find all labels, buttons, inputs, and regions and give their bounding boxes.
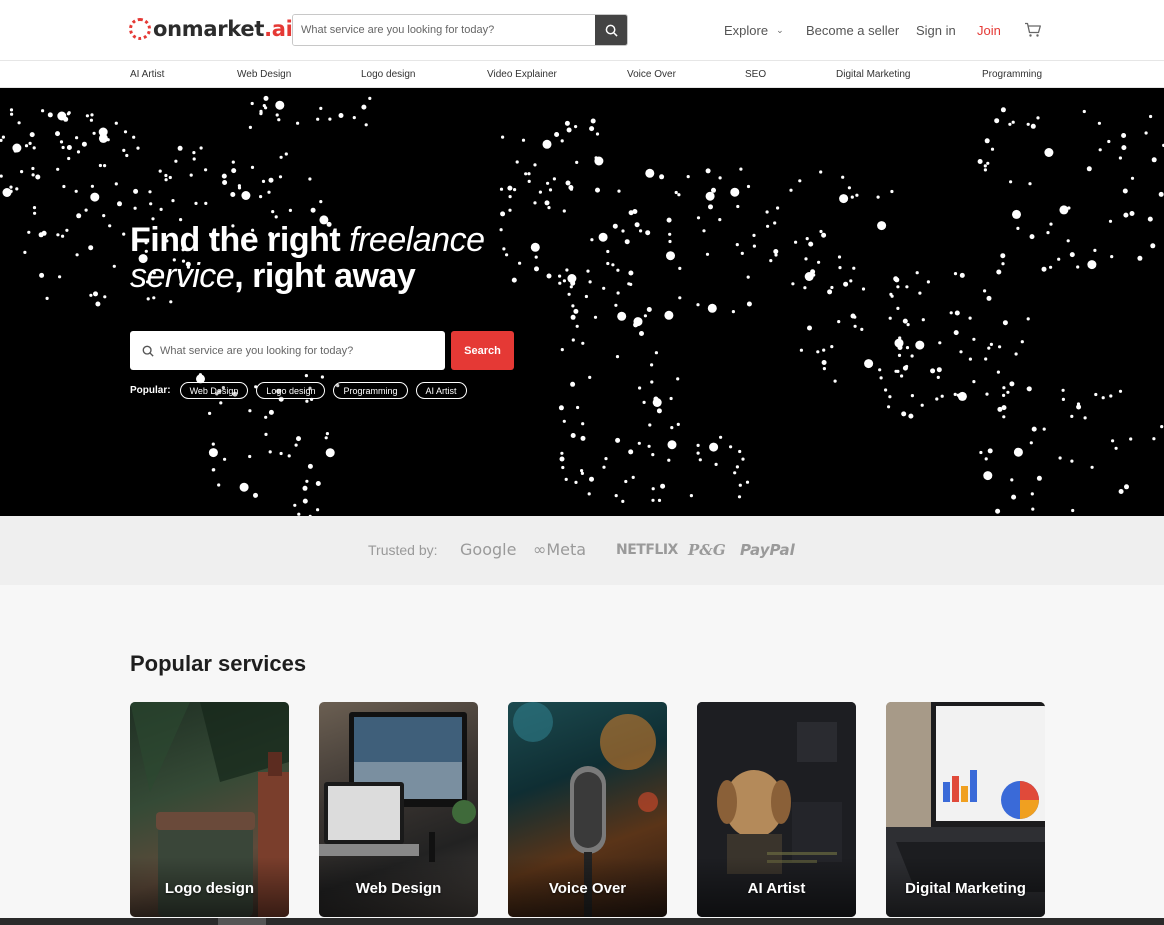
hero-search-button[interactable]: Search [451,331,514,370]
hero-title-italic1: freelance [349,221,485,259]
cart-button[interactable] [1024,0,1042,60]
logo-mark-icon [129,18,151,40]
brand-google-logo: Google [460,540,517,559]
service-card-label: Logo design [164,880,255,897]
category-bar: AI Artist Web Design Logo design Video E… [0,60,1164,88]
hero-title-italic2: service [130,257,235,295]
popular-tag-ai-artist[interactable]: AI Artist [415,382,467,399]
hero-section: Find the right freelance service, right … [0,88,1164,516]
category-seo[interactable]: SEO [745,61,766,88]
category-ai-artist[interactable]: AI Artist [130,61,164,88]
logo-name: onmarket [153,17,265,41]
chevron-down-icon: ⌄ [776,24,784,35]
nav-explore[interactable]: Explore ⌄ [724,0,784,60]
meta-infinity-icon: ∞ [533,540,547,559]
hero-title-part1: Find the right [130,221,350,259]
nav-join[interactable]: Join [977,0,1001,60]
service-card-voice-over[interactable]: Voice Over [508,702,667,917]
site-header: onmarket.ai Explore ⌄ Become a seller Si… [0,0,1164,60]
logo-suffix: .ai [264,17,293,41]
brand-netflix-logo: NETFLIX [616,542,678,558]
nav-explore-label: Explore [724,22,769,38]
scrollbar-thumb[interactable] [218,918,266,925]
search-icon [605,24,618,37]
service-card-label: Voice Over [548,880,627,897]
category-digital-marketing[interactable]: Digital Marketing [836,61,910,88]
service-card-web-design[interactable]: Web Design [319,702,478,917]
hero-search-input[interactable] [160,344,445,357]
header-search-button[interactable] [595,15,627,45]
hero-search [130,331,445,370]
trusted-label: Trusted by: [368,542,438,558]
service-card-logo-design[interactable]: Logo design [130,702,289,917]
popular-tag-programming[interactable]: Programming [333,382,408,399]
logo[interactable]: onmarket.ai [129,14,293,44]
popular-tag-web-design[interactable]: Web Design [179,382,249,399]
trusted-by-strip: Trusted by: Google ∞Meta NETFLIX P&G Pay… [0,516,1164,585]
category-logo-design[interactable]: Logo design [361,61,416,88]
popular-tag-logo-design[interactable]: Logo design [256,382,326,399]
service-card-label: Digital Marketing [905,880,1026,897]
category-video-explainer[interactable]: Video Explainer [487,61,557,88]
brand-paypal-logo: PayPal [740,541,795,559]
service-card-ai-artist[interactable]: AI Artist [697,702,856,917]
category-web-design[interactable]: Web Design [237,61,291,88]
hero-title-part2: , right away [234,257,416,295]
service-card-label: Web Design [355,880,442,897]
service-card-label: AI Artist [747,880,806,897]
search-icon [142,345,154,357]
category-programming[interactable]: Programming [982,61,1042,88]
category-voice-over[interactable]: Voice Over [627,61,676,88]
brand-pg-logo: P&G [688,541,726,559]
popular-label: Popular: [130,385,171,396]
world-map-dots [0,95,1164,516]
nav-become-seller[interactable]: Become a seller [806,0,899,60]
header-search [292,14,628,46]
brand-meta-label: Meta [546,540,587,559]
brand-meta-logo: ∞Meta [533,540,586,559]
nav-sign-in[interactable]: Sign in [916,0,956,60]
header-search-input[interactable] [293,15,595,45]
cart-icon [1025,22,1041,37]
popular-tags: Popular: Web Design Logo design Programm… [130,382,475,399]
service-card-digital-marketing[interactable]: Digital Marketing [886,702,1045,917]
hero-title: Find the right freelance service, right … [130,222,485,294]
horizontal-scrollbar[interactable] [0,918,1164,925]
popular-services-title: Popular services [130,651,307,676]
